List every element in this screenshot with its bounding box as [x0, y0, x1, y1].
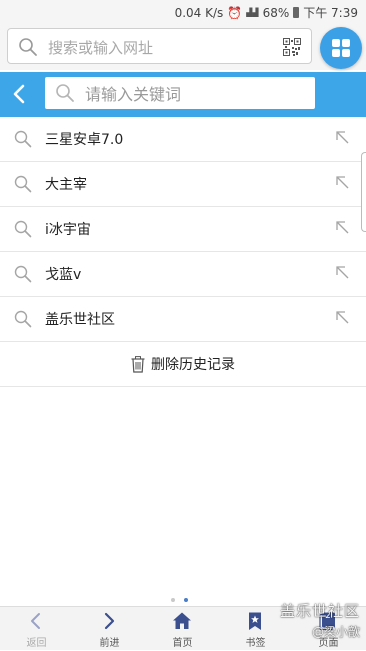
history-item[interactable]: 大主宰 [0, 162, 366, 207]
watermark-user: @梁小歆 [311, 625, 360, 639]
keyword-search-box[interactable] [45, 77, 315, 109]
page-dot [171, 598, 175, 602]
app-grid-button[interactable] [320, 27, 362, 69]
clear-history-button[interactable]: 删除历史记录 [0, 342, 366, 387]
watermark-site: 盖乐世社区 [279, 602, 360, 620]
back-arrow-icon[interactable] [8, 82, 32, 106]
nav-back-label: 返回 [26, 638, 47, 649]
page-indicator [171, 598, 188, 602]
trash-icon [131, 355, 145, 373]
network-speed: 0.04 K/s [174, 5, 224, 20]
battery-icon [293, 7, 300, 18]
history-item[interactable]: 三星安卓7.0 [0, 117, 366, 162]
edge-panel-handle[interactable] [361, 152, 366, 232]
signal-icon: ▟▟ [246, 7, 259, 17]
search-icon [56, 84, 74, 102]
qr-code-scan-icon[interactable] [283, 38, 301, 56]
browser-toolbar: 搜索或输入网址 [0, 22, 366, 70]
history-item-label: i冰宇宙 [45, 222, 91, 238]
alarm-icon: ⏰ [227, 5, 243, 20]
fill-arrow-icon[interactable] [334, 264, 350, 280]
history-item-label: 三星安卓7.0 [45, 132, 124, 148]
search-icon [14, 175, 32, 193]
fill-arrow-icon[interactable] [334, 219, 350, 235]
chevron-left-icon [31, 613, 40, 629]
nav-home-label: 首页 [172, 638, 193, 649]
url-placeholder: 搜索或输入网址 [48, 39, 154, 57]
chevron-right-icon [104, 612, 115, 630]
keyword-input[interactable] [83, 80, 307, 108]
clock: 下午 7:39 [303, 6, 358, 20]
url-search-box[interactable]: 搜索或输入网址 [7, 28, 312, 64]
fill-arrow-icon[interactable] [334, 129, 350, 145]
status-bar: 0.04 K/s ⏰ ▟▟ 68% 下午 7:39 [0, 0, 366, 22]
fill-arrow-icon[interactable] [334, 174, 350, 190]
search-icon [14, 265, 32, 283]
fill-arrow-icon[interactable] [334, 309, 350, 325]
history-item[interactable]: 盖乐世社区 [0, 297, 366, 342]
search-header [0, 72, 366, 117]
search-icon [14, 130, 32, 148]
history-item[interactable]: i冰宇宙 [0, 207, 366, 252]
watermark: 盖乐世社区 @梁小歆 [280, 600, 360, 640]
history-item-label: 盖乐世社区 [45, 312, 115, 328]
search-icon [19, 38, 37, 56]
history-item-label: 戈蓝v [45, 267, 82, 283]
search-icon [14, 310, 32, 328]
nav-forward-label: 前进 [99, 638, 120, 649]
nav-back-button[interactable]: 返回 [0, 607, 73, 651]
history-item-label: 大主宰 [45, 177, 87, 193]
nav-home-button[interactable]: 首页 [146, 607, 219, 651]
battery-percent: 68% [262, 5, 290, 20]
bookmark-icon [249, 612, 261, 630]
nav-forward-button[interactable]: 前进 [73, 607, 146, 651]
clear-history-label: 删除历史记录 [151, 357, 235, 373]
page-dot-active [184, 598, 188, 602]
search-icon [14, 220, 32, 238]
search-history-list: 三星安卓7.0 大主宰 i冰宇宙 戈蓝v 盖乐世社区 删除历史记录 [0, 117, 366, 387]
home-icon [173, 612, 191, 629]
history-item[interactable]: 戈蓝v [0, 252, 366, 297]
